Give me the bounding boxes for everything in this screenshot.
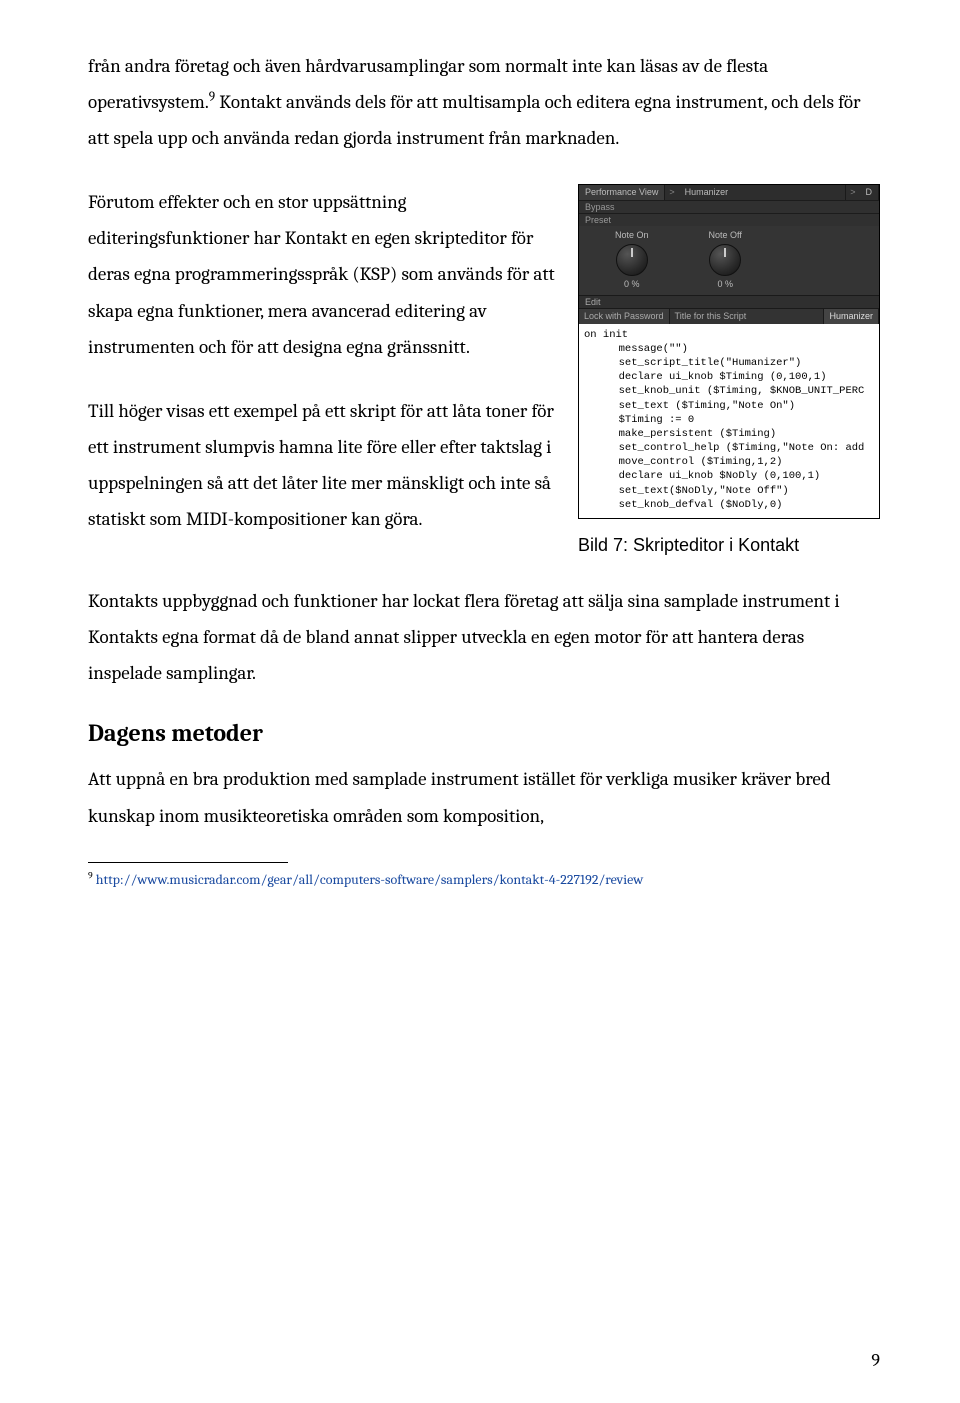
edit-bar: Edit bbox=[579, 295, 879, 309]
section-heading-dagens-metoder: Dagens metoder bbox=[88, 719, 880, 747]
footnote-number: 9 bbox=[88, 870, 93, 881]
code-line: make_persistent ($Timing) bbox=[584, 427, 874, 441]
knob-icon bbox=[709, 244, 741, 276]
chevron-right-icon: > bbox=[665, 185, 678, 199]
script-name-cell: Humanizer bbox=[824, 309, 879, 323]
left-column: Förutom effekter och en stor uppsättning… bbox=[88, 184, 556, 565]
paragraph-3: Till höger visas ett exempel på ett skri… bbox=[88, 393, 556, 537]
figure-caption: Bild 7: Skripteditor i Kontakt bbox=[578, 535, 880, 556]
script-code-area: on init message("") set_script_title("Hu… bbox=[579, 324, 879, 518]
code-line: set_script_title("Humanizer") bbox=[584, 356, 874, 370]
knob-note-off-value: 0 % bbox=[717, 279, 733, 289]
row-bypass: Bypass bbox=[579, 200, 879, 213]
page-number: 9 bbox=[871, 1350, 880, 1371]
chevron-right-icon: > bbox=[846, 185, 859, 199]
footnote-link[interactable]: http://www.musicradar.com/gear/all/compu… bbox=[96, 871, 644, 888]
code-line: on init bbox=[584, 329, 628, 341]
script-meta-row: Lock with Password Title for this Script… bbox=[579, 309, 879, 323]
code-line: $Timing := 0 bbox=[584, 413, 874, 427]
right-column: Performance View > Humanizer > D Bypass … bbox=[578, 184, 880, 565]
kontakt-script-editor-screenshot: Performance View > Humanizer > D Bypass … bbox=[578, 184, 880, 519]
knob-note-on-label: Note On bbox=[615, 230, 649, 240]
document-page: från andra företag och även hårdvarusamp… bbox=[0, 0, 960, 1403]
paragraph-4: Kontakts uppbyggnad och funktioner har l… bbox=[88, 583, 880, 691]
code-line: declare ui_knob $NoDly (0,100,1) bbox=[584, 469, 874, 483]
knob-note-off-label: Note Off bbox=[709, 230, 742, 240]
knob-icon bbox=[616, 244, 648, 276]
knob-note-off: Note Off 0 % bbox=[709, 230, 742, 289]
scriptshot-tabrow: Performance View > Humanizer > D bbox=[579, 185, 879, 199]
two-column-section: Förutom effekter och en stor uppsättning… bbox=[88, 184, 880, 565]
tab-d: D bbox=[860, 185, 880, 199]
tab-humanizer: Humanizer bbox=[679, 185, 847, 199]
code-line: set_control_help ($Timing,"Note On: add bbox=[584, 441, 874, 455]
code-line: declare ui_knob $Timing (0,100,1) bbox=[584, 370, 874, 384]
tab-performance-view: Performance View bbox=[579, 185, 665, 199]
knob-note-on: Note On 0 % bbox=[615, 230, 649, 289]
footnote-9: 9 http://www.musicradar.com/gear/all/com… bbox=[88, 869, 880, 890]
knob-panel: Note On 0 % Note Off 0 % bbox=[579, 226, 879, 295]
lock-with-password-cell: Lock with Password bbox=[579, 309, 670, 323]
code-line: set_text($NoDly,"Note Off") bbox=[584, 484, 874, 498]
footnote-divider bbox=[88, 862, 288, 863]
paragraph-5: Att uppnå en bra produktion med samplade… bbox=[88, 761, 880, 833]
code-line: message("") bbox=[584, 342, 874, 356]
code-line: set_knob_unit ($Timing, $KNOB_UNIT_PERC bbox=[584, 384, 874, 398]
row-preset: Preset bbox=[579, 213, 879, 226]
paragraph-1: från andra företag och även hårdvarusamp… bbox=[88, 48, 880, 156]
title-for-script-cell: Title for this Script bbox=[670, 309, 825, 323]
code-line: set_text ($Timing,"Note On") bbox=[584, 399, 874, 413]
code-line: move_control ($Timing,1,2) bbox=[584, 455, 874, 469]
knob-note-on-value: 0 % bbox=[624, 279, 640, 289]
code-line: set_knob_defval ($NoDly,0) bbox=[584, 498, 874, 512]
paragraph-2: Förutom effekter och en stor uppsättning… bbox=[88, 184, 556, 364]
